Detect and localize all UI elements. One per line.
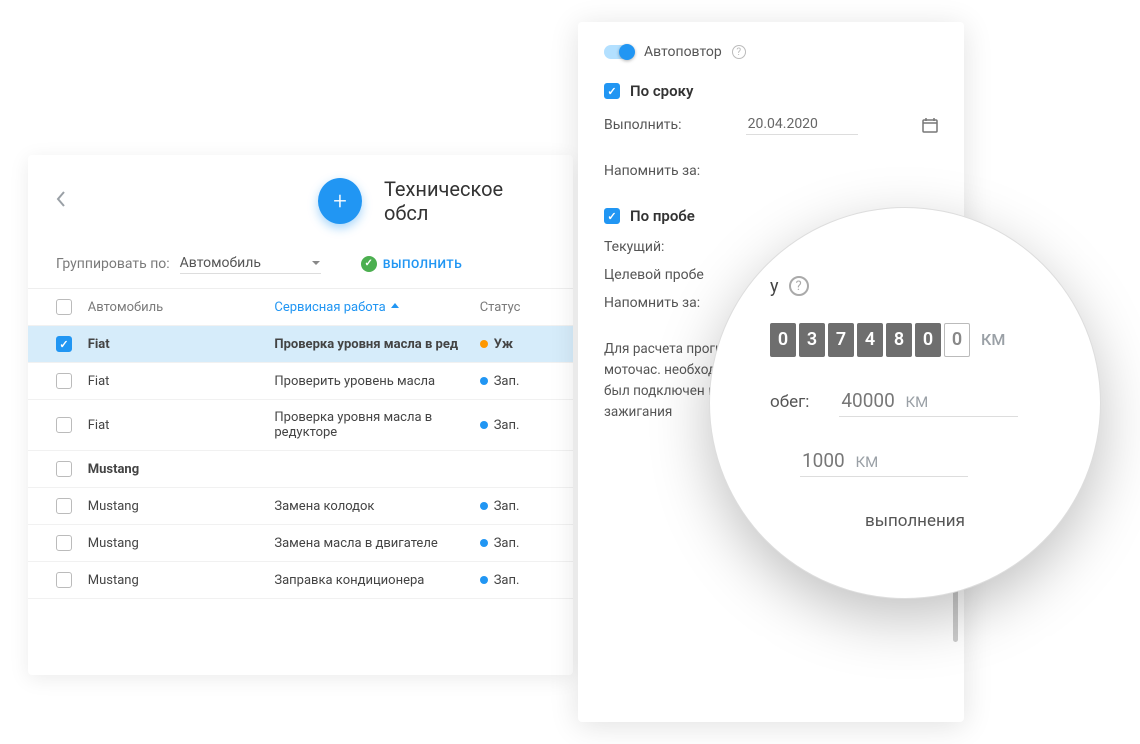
cell-auto: Mustang [88,462,275,477]
table-row[interactable]: MustangЗамена колодокЗап. [28,488,573,525]
chevron-down-icon [311,258,321,268]
odometer-unit: КМ [981,330,1005,349]
row-checkbox[interactable] [56,417,72,433]
group-by-label: Группировать по: [56,256,170,272]
autorepeat-toggle[interactable] [604,45,634,59]
row-checkbox[interactable] [56,535,72,551]
remind2-label: Напомнить за: [604,295,700,311]
cell-status: Зап. [480,499,545,514]
status-dot-icon [480,377,488,385]
col-auto[interactable]: Автомобиль [88,300,275,315]
odometer-digit: 0 [915,323,941,357]
cell-auto: Mustang [88,573,275,588]
cell-status: Зап. [480,374,545,389]
execute-label: ВЫПОЛНИТЬ [383,257,462,271]
check-icon: ✓ [361,256,377,272]
row-checkbox[interactable] [56,336,72,352]
remind-label: Напомнить за: [604,163,700,179]
col-service[interactable]: Сервисная работа [274,300,479,315]
status-dot-icon [480,576,488,584]
table-row[interactable]: FiatПроверить уровень маслаЗап. [28,363,573,400]
select-all-checkbox[interactable] [56,299,72,315]
cell-status: Зап. [480,573,545,588]
execute-button[interactable]: ✓ ВЫПОЛНИТЬ [361,256,462,272]
by-mileage-label: По пробе [630,207,695,225]
col-status[interactable]: Статус [480,300,545,315]
maintenance-table: Автомобиль Сервисная работа Статус FiatП… [28,289,573,599]
calendar-icon[interactable] [922,117,938,133]
table-row[interactable]: FiatПроверка уровня масла в редуктореЗап… [28,400,573,451]
execute-date-label: Выполнить: [604,117,682,133]
odometer-digit: 0 [944,323,970,357]
current-label: Текущий: [604,239,664,255]
cell-service: Проверить уровень масла [274,374,479,389]
sort-asc-icon [390,302,400,312]
execute-date-value[interactable]: 20.04.2020 [746,114,858,135]
table-row[interactable]: Mustang [28,451,573,488]
target-label: Целевой пробе [604,267,704,283]
cell-service: Проверка уровня масла в ред [274,337,479,352]
mag-fragment: у [770,276,779,297]
row-checkbox[interactable] [56,572,72,588]
page-title: Техническое обсл [384,177,545,225]
help-icon[interactable]: ? [732,45,746,59]
odometer-digit: 4 [857,323,883,357]
status-dot-icon [480,340,488,348]
cell-service: Замена колодок [274,499,479,514]
cell-auto: Fiat [88,337,275,352]
mileage-label: обег: [770,392,809,412]
by-date-label: По сроку [630,82,693,100]
add-button[interactable]: + [318,178,362,224]
maintenance-list-panel: + Техническое обсл Группировать по: Авто… [28,155,573,675]
row-checkbox[interactable] [56,373,72,389]
by-date-checkbox[interactable] [604,83,620,99]
group-by-select[interactable]: Автомобиль [180,253,321,274]
cell-status: Зап. [480,536,545,551]
mileage-input[interactable]: 40000 КМ [839,387,1018,417]
help-icon[interactable]: ? [789,276,809,296]
cell-service: Замена масла в двигателе [274,536,479,551]
by-mileage-checkbox[interactable] [604,208,620,224]
cell-auto: Fiat [88,418,275,433]
odometer: 0374800КМ [770,323,1060,357]
table-header: Автомобиль Сервисная работа Статус [28,289,573,326]
mag-bottom-text: выполнения [770,511,1060,531]
group-by-value: Автомобиль [180,255,261,271]
cell-service: Заправка кондиционера [274,573,479,588]
row-checkbox[interactable] [56,498,72,514]
back-button[interactable] [56,191,66,212]
remind-input[interactable]: 1000 КМ [800,447,968,477]
odometer-digit: 7 [828,323,854,357]
autorepeat-label: Автоповтор [644,44,722,60]
table-row[interactable]: MustangЗамена масла в двигателеЗап. [28,525,573,562]
table-row[interactable]: MustangЗаправка кондиционераЗап. [28,562,573,599]
cell-status: Зап. [480,418,545,433]
odometer-digit: 3 [799,323,825,357]
cell-auto: Fiat [88,374,275,389]
cell-auto: Mustang [88,499,275,514]
status-dot-icon [480,421,488,429]
cell-status: Уж [480,337,545,352]
status-dot-icon [480,502,488,510]
cell-service: Проверка уровня масла в редукторе [274,410,479,440]
cell-auto: Mustang [88,536,275,551]
odometer-digit: 0 [770,323,796,357]
odometer-digit: 8 [886,323,912,357]
magnifier-lens: у ? 0374800КМ обег: 40000 КМ 1000 КМ вып… [710,208,1100,598]
table-row[interactable]: FiatПроверка уровня масла в редУж [28,326,573,363]
status-dot-icon [480,539,488,547]
row-checkbox[interactable] [56,461,72,477]
